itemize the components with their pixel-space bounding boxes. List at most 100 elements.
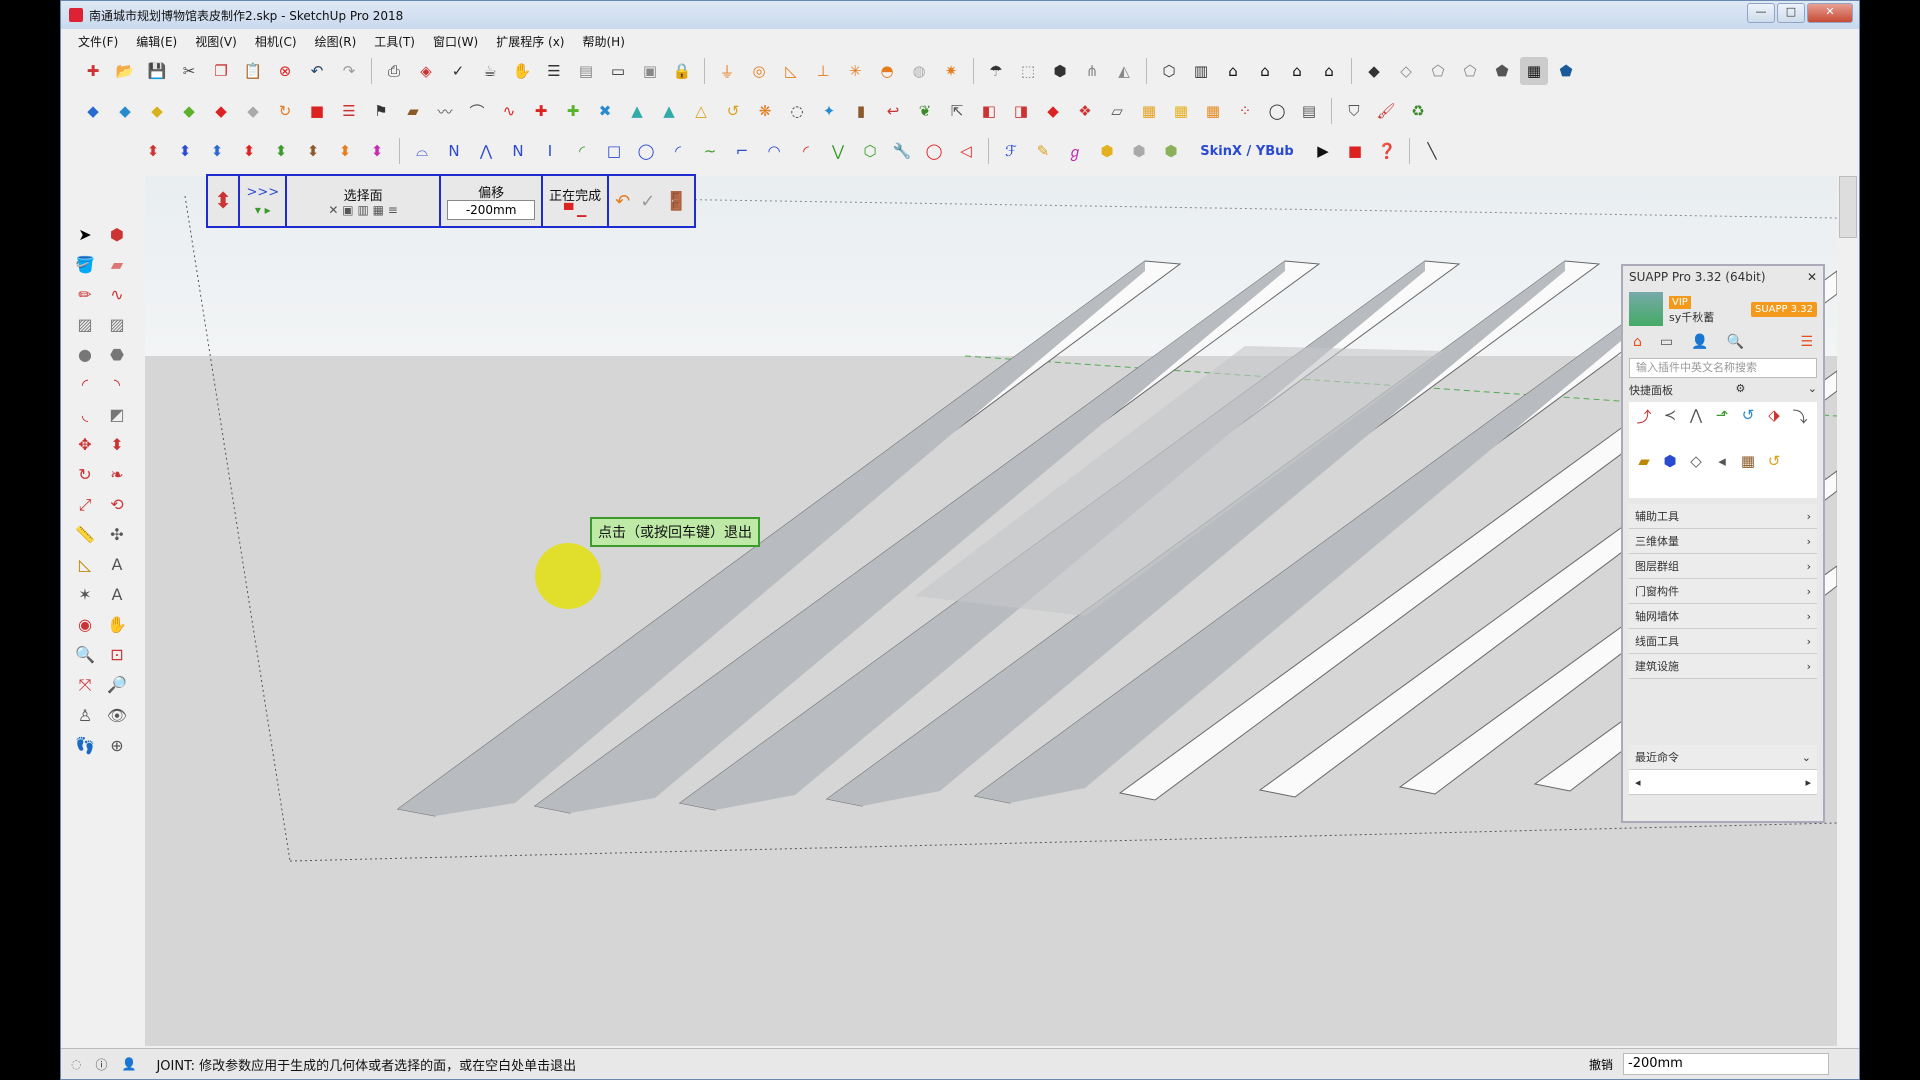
confirm-check-icon[interactable]: ✓ xyxy=(640,191,655,212)
xray-icon[interactable]: ◆ xyxy=(1360,57,1388,85)
recent-scrollbar[interactable]: ◂ ▸ xyxy=(1629,770,1817,795)
rotate-icon[interactable]: ↻ xyxy=(69,459,101,489)
hook-icon[interactable]: ↺ xyxy=(719,97,747,125)
info-icon[interactable]: ⓘ xyxy=(95,1056,107,1073)
plugin-red-icon[interactable]: ◆ xyxy=(207,97,235,125)
recent-commands[interactable]: 最近命令 ⌄ xyxy=(1629,745,1817,770)
exit-door-icon[interactable]: 🚪 xyxy=(665,191,687,212)
zoom-icon[interactable]: 🔍 xyxy=(69,640,101,670)
monochrome-icon[interactable]: ⬟ xyxy=(1552,57,1580,85)
right-view-icon[interactable]: ⌂ xyxy=(1251,57,1279,85)
grid-amber-icon[interactable]: ▦ xyxy=(1199,97,1227,125)
close-button[interactable]: ✕ xyxy=(1807,3,1853,23)
look-around-icon[interactable]: 👁 xyxy=(101,700,133,730)
box-yellow-icon[interactable]: ⬢ xyxy=(1093,137,1121,165)
quick-tool-icon[interactable]: ◇ xyxy=(1685,452,1707,474)
paint-icon[interactable]: 🖌 xyxy=(1372,97,1400,125)
line-tool-icon[interactable]: ╲ xyxy=(1418,137,1446,165)
play-icon[interactable]: ▶ xyxy=(1309,137,1337,165)
minimize-button[interactable]: — xyxy=(1747,3,1775,23)
menu-help[interactable]: 帮助(H) xyxy=(573,31,633,51)
knot-icon[interactable]: ❋ xyxy=(751,97,779,125)
hook2-icon[interactable]: ⌐ xyxy=(728,137,756,165)
offset-icon[interactable]: ⟲ xyxy=(101,489,133,519)
three-point-arc-icon[interactable]: ◟ xyxy=(69,399,101,429)
axes-icon[interactable]: ✶ xyxy=(69,580,101,610)
lines-icon[interactable]: ☰ xyxy=(335,97,363,125)
quick-tool-icon[interactable]: ◂ xyxy=(1711,452,1733,474)
plugin-yellow-icon[interactable]: ◆ xyxy=(143,97,171,125)
quick-panel-header[interactable]: 快捷面板 ⚙ ⌄ xyxy=(1629,382,1817,398)
push-green-icon[interactable]: ⬍ xyxy=(267,137,295,165)
spline-icon[interactable]: ∼ xyxy=(696,137,724,165)
orbit-icon[interactable]: ◉ xyxy=(69,610,101,640)
menu-window[interactable]: 窗口(W) xyxy=(424,31,487,51)
position-camera-icon[interactable]: ♙ xyxy=(69,700,101,730)
paste-icon[interactable]: 📋 xyxy=(239,57,267,85)
plank-icon[interactable]: ▰ xyxy=(399,97,427,125)
polygon-icon[interactable]: ⬡ xyxy=(856,137,884,165)
cone-outline-icon[interactable]: ◁ xyxy=(952,137,980,165)
category-building[interactable]: 建筑设施 › xyxy=(1629,654,1817,679)
user-account-icon[interactable]: 👤 xyxy=(122,1057,137,1071)
quick-tool-icon[interactable]: ⬗ xyxy=(1763,406,1785,428)
i-beam-icon[interactable]: I xyxy=(536,137,564,165)
select-face-options[interactable]: ✕ ▣ ▥ ▦ ≡ xyxy=(328,203,397,217)
zoom-extents-icon[interactable]: ⤧ xyxy=(69,670,101,700)
make-component-icon[interactable]: ⬢ xyxy=(101,219,133,249)
quick-tool-icon[interactable]: ↺ xyxy=(1737,406,1759,428)
cone-icon[interactable]: ▲ xyxy=(623,97,651,125)
scale-icon[interactable]: ⤢ xyxy=(69,490,101,520)
dimension-icon[interactable]: ✣ xyxy=(101,520,133,550)
pencil-icon[interactable]: ✏ xyxy=(69,279,101,309)
gem-icon[interactable]: ◆ xyxy=(1039,97,1067,125)
blocks-icon[interactable]: ◨ xyxy=(1007,97,1035,125)
g3-icon[interactable]: ℊ xyxy=(1061,137,1089,165)
rotated-rect-icon[interactable]: ▨ xyxy=(101,309,133,339)
polygon-tool-icon[interactable]: ⬣ xyxy=(101,339,133,369)
freehand-icon[interactable]: ∿ xyxy=(101,279,133,309)
push-red2-icon[interactable]: ⬍ xyxy=(235,137,263,165)
quick-tool-icon[interactable]: ▦ xyxy=(1737,452,1759,474)
suapp-close-icon[interactable]: ✕ xyxy=(1807,270,1817,284)
front-view-icon[interactable]: ⌂ xyxy=(1219,57,1247,85)
terrain-icon[interactable]: ◭ xyxy=(1110,57,1138,85)
quick-tool-icon[interactable]: ⤵ xyxy=(1789,406,1811,428)
previous-view-icon[interactable]: 🔎 xyxy=(101,670,133,700)
model-viewport[interactable] xyxy=(145,176,1837,1046)
ring-icon[interactable]: ◌ xyxy=(783,97,811,125)
plugin-search-input[interactable]: 输入插件中英文名称搜索 xyxy=(1629,358,1817,378)
help-icon[interactable]: ❓ xyxy=(1373,137,1401,165)
follow-me-icon[interactable]: ❧ xyxy=(101,459,133,489)
fe-icon[interactable]: ℱ xyxy=(997,137,1025,165)
top-view-icon[interactable]: ▥ xyxy=(1187,57,1215,85)
joint-logo[interactable]: ⬍ xyxy=(208,176,241,226)
chevron-down-icon[interactable]: ⌄ xyxy=(1808,382,1817,398)
curve-icon[interactable]: ⌒ xyxy=(463,97,491,125)
redo-icon[interactable]: ↷ xyxy=(335,57,363,85)
menu-draw[interactable]: 绘图(R) xyxy=(306,31,366,51)
paint-bucket-icon[interactable]: 🪣 xyxy=(69,249,101,279)
completing-options[interactable]: ▀ ▁ xyxy=(564,203,586,217)
avatar[interactable] xyxy=(1629,292,1663,326)
align-icon[interactable]: ☰ xyxy=(540,57,568,85)
target-icon[interactable]: ◎ xyxy=(745,57,773,85)
open-file-icon[interactable]: 📂 xyxy=(111,57,139,85)
default-tray-tab[interactable] xyxy=(1839,176,1857,238)
box-icon[interactable]: ⬚ xyxy=(1014,57,1042,85)
home-icon[interactable]: ⌂ xyxy=(1633,334,1642,350)
quick-tool-icon[interactable]: ≺ xyxy=(1659,406,1681,428)
measure-input[interactable]: -200mm xyxy=(1623,1053,1829,1075)
menu-camera[interactable]: 相机(C) xyxy=(246,31,306,51)
pie-icon[interactable]: ◩ xyxy=(101,399,133,429)
erase-icon[interactable]: ⊗ xyxy=(271,57,299,85)
shield-icon[interactable]: ⛉ xyxy=(1340,97,1368,125)
arc-icon[interactable]: ◜ xyxy=(568,137,596,165)
push-orange-icon[interactable]: ⬍ xyxy=(331,137,359,165)
scatter-icon[interactable]: ⁘ xyxy=(1231,97,1259,125)
bezier-icon[interactable]: ∿ xyxy=(495,97,523,125)
save-icon[interactable]: 💾 xyxy=(143,57,171,85)
window-icon[interactable]: ▭ xyxy=(604,57,632,85)
grass-icon[interactable]: ⋔ xyxy=(1078,57,1106,85)
cut-icon[interactable]: ✂ xyxy=(175,57,203,85)
